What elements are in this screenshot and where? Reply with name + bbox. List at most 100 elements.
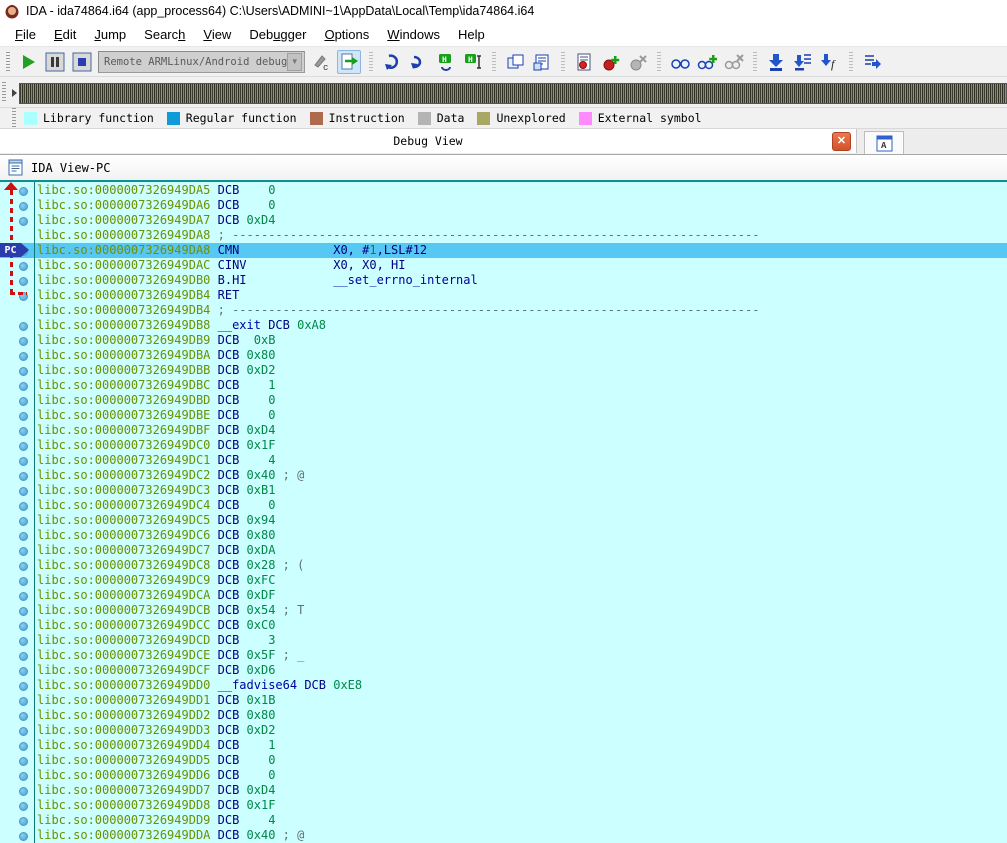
address-dot[interactable] [19,817,28,826]
address-dot[interactable] [19,502,28,511]
asm-row[interactable]: libc.so:0000007326949DA5 DCB 0 [0,183,1007,198]
asm-row[interactable]: libc.so:0000007326949DCE DCB 0x5F ; _ [0,648,1007,663]
disassembly-view[interactable]: libc.so:0000007326949DA5 DCB 0 libc.so:00… [0,182,1007,843]
address-dot[interactable] [19,742,28,751]
trace-function-icon[interactable]: f [819,51,841,73]
address-dot[interactable] [19,802,28,811]
continue-process-icon[interactable] [337,49,361,74]
address-dot[interactable] [19,772,28,781]
address-dot[interactable] [19,667,28,676]
address-dot[interactable] [19,607,28,616]
asm-row[interactable]: libc.so:0000007326949DBB DCB 0xD2 [0,363,1007,378]
ida-view-pc-caption[interactable]: IDA View-PC [0,155,1007,182]
asm-row[interactable]: libc.so:0000007326949DCB DCB 0x54 ; T [0,603,1007,618]
address-dot[interactable] [19,787,28,796]
debugger-select[interactable]: Remote ARMLinux/Android debugger ▼ [98,50,305,73]
address-dot[interactable] [19,397,28,406]
address-dot[interactable] [19,367,28,376]
run-to-icon[interactable] [861,51,883,73]
address-dot[interactable] [19,712,28,721]
asm-row[interactable]: libc.so:0000007326949DC2 DCB 0x40 ; @ [0,468,1007,483]
address-dot[interactable] [19,202,28,211]
asm-row[interactable]: libc.so:0000007326949DA6 DCB 0 [0,198,1007,213]
asm-row[interactable]: libc.so:0000007326949DB4 RET [0,288,1007,303]
asm-row[interactable]: libc.so:0000007326949DCD DCB 3 [0,633,1007,648]
asm-row[interactable]: libc.so:0000007326949DD6 DCB 0 [0,768,1007,783]
window-list-icon[interactable] [531,51,553,73]
close-icon[interactable]: ✕ [832,132,851,151]
asm-row[interactable]: libc.so:0000007326949DDA DCB 0x40 ; @ [0,828,1007,843]
address-dot[interactable] [19,562,28,571]
address-dot[interactable] [19,592,28,601]
menu-item-search[interactable]: Search [135,24,194,45]
asm-row[interactable]: libc.so:0000007326949DCF DCB 0xD6 [0,663,1007,678]
start-process-icon[interactable] [17,51,39,73]
address-dot[interactable] [19,442,28,451]
delete-breakpoint-icon[interactable] [627,51,649,73]
step-into-icon[interactable] [381,51,403,73]
toolbar-drag-handle[interactable] [6,51,10,72]
pause-process-icon[interactable] [44,51,66,73]
asm-row[interactable]: libc.so:0000007326949DC1 DCB 4 [0,453,1007,468]
asm-row[interactable]: libc.so:0000007326949DD0 __fadvise64 DCB… [0,678,1007,693]
breakpoint-list-icon[interactable] [573,51,595,73]
menu-item-options[interactable]: Options [315,24,378,45]
address-dot[interactable] [19,217,28,226]
asm-row[interactable]: libc.so:0000007326949DC9 DCB 0xFC [0,573,1007,588]
asm-row[interactable]: libc.so:0000007326949DC5 DCB 0x94 [0,513,1007,528]
asm-row[interactable]: libc.so:0000007326949DAC CINV X0, X0, HI [0,258,1007,273]
address-dot[interactable] [19,757,28,766]
asm-row[interactable]: libc.so:0000007326949DD2 DCB 0x80 [0,708,1007,723]
asm-row[interactable]: libc.so:0000007326949DB4 ; -------------… [0,303,1007,318]
asm-row[interactable]: libc.so:0000007326949DBD DCB 0 [0,393,1007,408]
asm-row[interactable]: libc.so:0000007326949DA8 ; -------------… [0,228,1007,243]
asm-row[interactable]: libc.so:0000007326949DBF DCB 0xD4 [0,423,1007,438]
address-dot[interactable] [19,262,28,271]
asm-row[interactable]: libc.so:0000007326949DBE DCB 0 [0,408,1007,423]
tab-ida-view-a[interactable]: A [864,131,904,154]
address-dot[interactable] [19,427,28,436]
toolbar-drag-handle[interactable] [12,108,16,128]
attach-to-process-icon[interactable]: c [310,51,332,73]
asm-row[interactable]: libc.so:0000007326949DBA DCB 0x80 [0,348,1007,363]
asm-row[interactable]: libc.so:0000007326949DC6 DCB 0x80 [0,528,1007,543]
menu-item-view[interactable]: View [194,24,240,45]
asm-row[interactable]: libc.so:0000007326949DD3 DCB 0xD2 [0,723,1007,738]
address-dot[interactable] [19,622,28,631]
toolbar-drag-handle[interactable] [2,82,6,102]
address-dot[interactable] [19,517,28,526]
chevron-down-icon[interactable]: ▼ [287,52,302,71]
address-dot[interactable] [19,487,28,496]
asm-row[interactable]: libc.so:0000007326949DC7 DCB 0xDA [0,543,1007,558]
asm-row[interactable]: libc.so:0000007326949DD5 DCB 0 [0,753,1007,768]
asm-row[interactable]: libc.so:0000007326949DC4 DCB 0 [0,498,1007,513]
asm-row[interactable]: libc.so:0000007326949DD1 DCB 0x1B [0,693,1007,708]
menu-item-debugger[interactable]: Debugger [240,24,315,45]
run-to-cursor-icon[interactable]: H [462,51,484,73]
step-over-icon[interactable] [408,51,430,73]
asm-row[interactable]: libc.so:0000007326949DB9 DCB 0xB [0,333,1007,348]
address-dot[interactable] [19,382,28,391]
delete-watch-icon[interactable] [723,51,745,73]
address-dot[interactable] [19,652,28,661]
address-dot[interactable] [19,277,28,286]
stop-process-icon[interactable] [71,51,93,73]
asm-row[interactable]: libc.so:0000007326949DB0 B.HI __set_errn… [0,273,1007,288]
address-dot[interactable] [19,577,28,586]
asm-row-current[interactable]: libc.so:0000007326949DA8 CMN X0, #1,LSL#… [0,243,1007,258]
asm-row[interactable]: libc.so:0000007326949DB8 __exit DCB 0xA8 [0,318,1007,333]
tab-debug-view[interactable]: Debug View [0,129,857,153]
trace-over-icon[interactable] [792,51,814,73]
menu-item-file[interactable]: File [6,24,45,45]
menu-item-edit[interactable]: Edit [45,24,85,45]
add-watch-icon[interactable] [696,51,718,73]
address-dot[interactable] [19,352,28,361]
asm-row[interactable]: libc.so:0000007326949DC3 DCB 0xB1 [0,483,1007,498]
run-until-return-icon[interactable]: H [435,51,457,73]
asm-row[interactable]: libc.so:0000007326949DC8 DCB 0x28 ; ( [0,558,1007,573]
watch-list-icon[interactable] [669,51,691,73]
address-dot[interactable] [19,457,28,466]
trace-into-icon[interactable] [765,51,787,73]
address-dot[interactable] [19,697,28,706]
address-dot[interactable] [19,412,28,421]
